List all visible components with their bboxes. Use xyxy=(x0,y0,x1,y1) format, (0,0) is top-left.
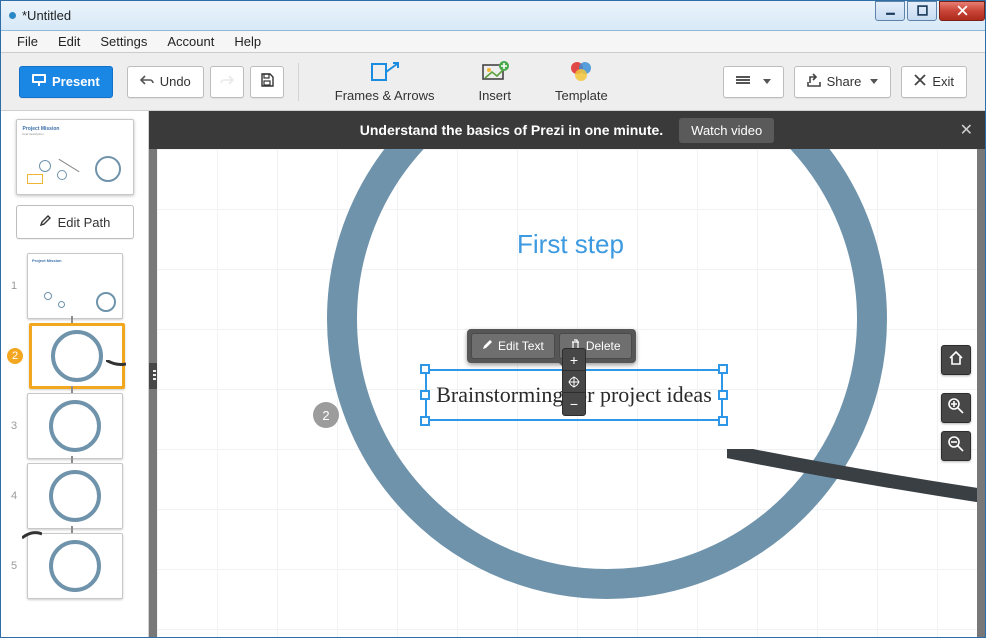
frames-arrows-icon xyxy=(371,60,399,84)
template-label: Template xyxy=(555,88,608,103)
save-icon xyxy=(260,73,274,90)
close-window-button[interactable] xyxy=(939,1,985,21)
share-icon xyxy=(807,73,821,90)
maximize-button[interactable] xyxy=(907,1,937,21)
template-icon xyxy=(569,60,593,84)
insert-label: Insert xyxy=(478,88,511,103)
path-step[interactable]: 2 xyxy=(1,321,148,391)
close-icon xyxy=(914,74,926,89)
toolbar: Present Undo Frames & Arrows xyxy=(1,53,985,111)
resize-handle[interactable] xyxy=(420,416,430,426)
edit-text-label: Edit Text xyxy=(498,339,544,353)
resize-handle[interactable] xyxy=(718,416,728,426)
minimize-button[interactable] xyxy=(875,1,905,21)
path-step[interactable]: 3 xyxy=(1,391,148,461)
present-icon xyxy=(32,74,46,89)
menu-file[interactable]: File xyxy=(7,32,48,51)
exit-label: Exit xyxy=(932,74,954,89)
path-sidebar: Project Mission brief description Edit P… xyxy=(1,111,149,637)
resize-handle[interactable] xyxy=(420,364,430,374)
insert-button[interactable]: Insert xyxy=(478,60,511,103)
path-steps-list: 1 Project Mission 2 3 xyxy=(1,249,148,637)
menubar: File Edit Settings Account Help xyxy=(1,31,985,53)
magnifier-handle xyxy=(727,449,977,509)
template-button[interactable]: Template xyxy=(555,60,608,103)
path-step[interactable]: 1 Project Mission xyxy=(1,251,148,321)
canvas[interactable]: 2 First step Edit Text Delete xyxy=(157,149,977,637)
scale-down-button[interactable]: − xyxy=(563,393,585,415)
view-tools xyxy=(941,345,971,461)
delete-label: Delete xyxy=(586,339,621,353)
undo-button[interactable]: Undo xyxy=(127,66,204,98)
aspect-icon xyxy=(736,74,754,89)
pencil-icon xyxy=(482,339,493,353)
edit-path-button[interactable]: Edit Path xyxy=(16,205,134,239)
step-number: 4 xyxy=(7,490,21,502)
canvas-area: Understand the basics of Prezi in one mi… xyxy=(149,111,985,637)
banner-close-button[interactable]: ✕ xyxy=(960,120,973,140)
tutorial-banner: Understand the basics of Prezi in one mi… xyxy=(149,111,985,149)
pencil-icon xyxy=(39,214,52,230)
watch-video-button[interactable]: Watch video xyxy=(679,118,774,143)
chevron-down-icon xyxy=(870,79,878,84)
step-thumbnail xyxy=(27,463,123,529)
undo-icon xyxy=(140,74,154,89)
present-button[interactable]: Present xyxy=(19,66,113,98)
path-step[interactable]: 4 xyxy=(1,461,148,531)
home-icon xyxy=(948,350,964,371)
menu-edit[interactable]: Edit xyxy=(48,32,90,51)
present-label: Present xyxy=(52,74,100,89)
resize-handle[interactable] xyxy=(420,390,430,400)
step-thumbnail xyxy=(27,393,123,459)
insert-icon xyxy=(481,60,509,84)
exit-button[interactable]: Exit xyxy=(901,66,967,98)
window-controls xyxy=(873,1,985,21)
step-thumbnail xyxy=(29,323,125,389)
scale-up-button[interactable]: + xyxy=(563,349,585,371)
menu-account[interactable]: Account xyxy=(157,32,224,51)
workspace: Project Mission brief description Edit P… xyxy=(1,111,985,637)
app-window: *Untitled File Edit Settings Account Hel… xyxy=(0,0,986,638)
zoom-in-icon xyxy=(948,398,964,419)
redo-icon xyxy=(220,74,234,89)
redo-button[interactable] xyxy=(210,66,244,98)
zoom-in-button[interactable] xyxy=(941,393,971,423)
element-context-toolbar: Edit Text Delete xyxy=(467,329,636,363)
window-title: *Untitled xyxy=(22,8,873,23)
share-button[interactable]: Share xyxy=(794,66,892,98)
titlebar: *Untitled xyxy=(1,1,985,31)
step-number: 5 xyxy=(7,560,21,572)
zoom-out-icon xyxy=(948,436,964,457)
selected-text-element[interactable]: Brainstorming for project ideas + − xyxy=(425,369,723,421)
step-number: 3 xyxy=(7,420,21,432)
step-number: 2 xyxy=(7,348,23,364)
zoom-out-button[interactable] xyxy=(941,431,971,461)
resize-handle[interactable] xyxy=(718,390,728,400)
save-button[interactable] xyxy=(250,66,284,98)
overview-thumbnail[interactable]: Project Mission brief description xyxy=(16,119,134,195)
frames-arrows-button[interactable]: Frames & Arrows xyxy=(335,60,435,103)
undo-label: Undo xyxy=(160,74,191,89)
chevron-down-icon xyxy=(763,79,771,84)
move-handle[interactable] xyxy=(563,371,585,393)
menu-settings[interactable]: Settings xyxy=(90,32,157,51)
resize-handle[interactable] xyxy=(718,364,728,374)
home-view-button[interactable] xyxy=(941,345,971,375)
element-scale-control: + − xyxy=(562,348,586,416)
banner-text: Understand the basics of Prezi in one mi… xyxy=(360,122,663,138)
edit-text-button[interactable]: Edit Text xyxy=(471,333,555,359)
frames-arrows-label: Frames & Arrows xyxy=(335,88,435,103)
path-step[interactable]: 5 xyxy=(1,531,148,601)
frame-title[interactable]: First step xyxy=(517,229,624,260)
edit-path-label: Edit Path xyxy=(58,215,111,230)
step-badge[interactable]: 2 xyxy=(313,402,339,428)
unsaved-indicator-icon xyxy=(9,12,16,19)
menu-help[interactable]: Help xyxy=(224,32,271,51)
step-thumbnail xyxy=(27,533,123,599)
step-thumbnail: Project Mission xyxy=(27,253,123,319)
step-number: 1 xyxy=(7,280,21,292)
share-label: Share xyxy=(827,74,862,89)
aspect-button[interactable] xyxy=(723,66,784,98)
